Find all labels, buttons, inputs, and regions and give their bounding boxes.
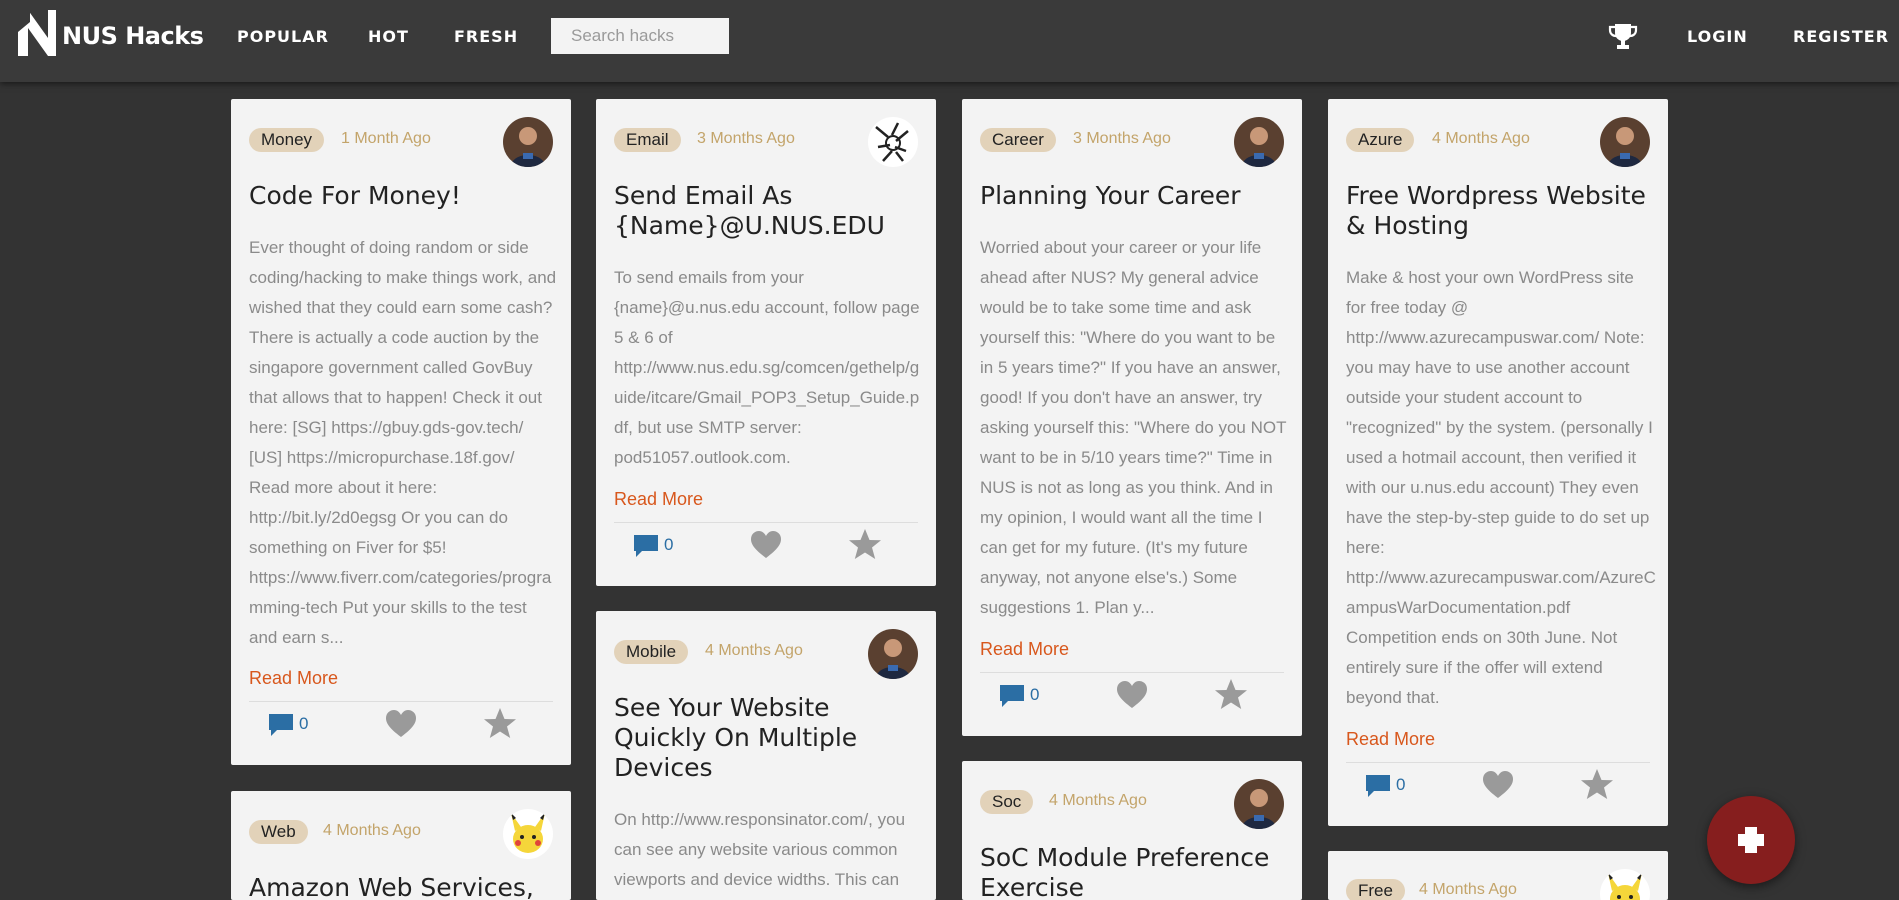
- post-time: 3 Months Ago: [697, 130, 795, 147]
- post-time: 4 Months Ago: [705, 642, 803, 659]
- category-tag[interactable]: Email: [614, 128, 681, 152]
- post-time: 1 Month Ago: [341, 130, 431, 147]
- post-time: 4 Months Ago: [323, 822, 421, 839]
- category-tag[interactable]: Mobile: [614, 640, 689, 664]
- avatar[interactable]: [1600, 117, 1650, 167]
- login-link[interactable]: LOGIN: [1687, 27, 1748, 46]
- trophy-icon[interactable]: [1608, 22, 1638, 52]
- comment-icon[interactable]: [998, 683, 1026, 709]
- category-tag[interactable]: Azure: [1346, 128, 1415, 152]
- register-link[interactable]: REGISTER: [1793, 27, 1889, 46]
- heart-icon[interactable]: [1116, 680, 1148, 710]
- plus-icon: [1738, 827, 1764, 853]
- hack-card: Career 3 Months Ago Planning Your Career…: [962, 99, 1302, 736]
- post-title[interactable]: Free Wordpress Website & Hosting: [1346, 181, 1656, 241]
- post-time: 4 Months Ago: [1432, 130, 1530, 147]
- comment-count: 0: [1396, 775, 1406, 794]
- post-title[interactable]: Amazon Web Services,: [249, 873, 559, 900]
- star-icon[interactable]: [848, 528, 882, 560]
- add-hack-button[interactable]: [1707, 796, 1795, 884]
- read-more-link[interactable]: Read More: [249, 668, 338, 689]
- divider: [980, 672, 1284, 673]
- hack-card: Free 4 Months Ago: [1328, 851, 1668, 900]
- nus-hacks-logo[interactable]: [18, 8, 58, 56]
- hack-card: Money 1 Month Ago Code For Money! Ever t…: [231, 99, 571, 765]
- post-title[interactable]: See Your Website Quickly On Multiple Dev…: [614, 693, 924, 783]
- hack-card: Email 3 Months Ago Send Email As {Name}@…: [596, 99, 936, 586]
- heart-icon[interactable]: [750, 530, 782, 560]
- heart-icon[interactable]: [1482, 770, 1514, 800]
- avatar[interactable]: [1600, 869, 1650, 900]
- comment-count: 0: [664, 535, 674, 554]
- comment-count: 0: [1030, 685, 1040, 704]
- category-tag[interactable]: Money: [249, 128, 325, 152]
- search-input[interactable]: [551, 18, 729, 54]
- avatar[interactable]: [503, 117, 553, 167]
- avatar[interactable]: [868, 117, 918, 167]
- divider: [1346, 762, 1650, 763]
- comment-icon[interactable]: [267, 712, 295, 738]
- post-excerpt: On http://www.responsinator.com/, you ca…: [614, 810, 906, 889]
- brand-name[interactable]: NUS Hacks: [62, 22, 204, 50]
- category-tag[interactable]: Free: [1346, 879, 1405, 900]
- avatar[interactable]: [1234, 117, 1284, 167]
- divider: [614, 522, 918, 523]
- star-icon[interactable]: [1580, 768, 1614, 800]
- star-icon[interactable]: [1214, 678, 1248, 710]
- top-navbar: NUS Hacks POPULAR HOT FRESH LOGIN REGIST…: [0, 0, 1899, 82]
- post-excerpt: To send emails from your {name}@u.nus.ed…: [614, 268, 920, 467]
- category-tag[interactable]: Web: [249, 820, 308, 844]
- avatar[interactable]: [503, 809, 553, 859]
- post-excerpt: Worried about your career or your life a…: [980, 238, 1287, 617]
- category-tag[interactable]: Career: [980, 128, 1056, 152]
- hack-card: Azure 4 Months Ago Free Wordpress Websit…: [1328, 99, 1668, 826]
- post-title[interactable]: Code For Money!: [249, 181, 559, 211]
- avatar[interactable]: [868, 629, 918, 679]
- star-icon[interactable]: [483, 707, 517, 739]
- post-title[interactable]: Planning Your Career: [980, 181, 1290, 211]
- post-excerpt: Ever thought of doing random or side cod…: [249, 238, 557, 647]
- heart-icon[interactable]: [385, 709, 417, 739]
- category-tag[interactable]: Soc: [980, 790, 1034, 814]
- post-time: 3 Months Ago: [1073, 130, 1171, 147]
- avatar[interactable]: [1234, 779, 1284, 829]
- hack-card: Web 4 Months Ago Amazon Web Services,: [231, 791, 571, 900]
- read-more-link[interactable]: Read More: [1346, 729, 1435, 750]
- nav-popular[interactable]: POPULAR: [237, 27, 329, 46]
- nav-fresh[interactable]: FRESH: [454, 27, 518, 46]
- comment-icon[interactable]: [632, 533, 660, 559]
- post-title[interactable]: Send Email As {Name}@U.NUS.EDU: [614, 181, 924, 241]
- nav-hot[interactable]: HOT: [368, 27, 409, 46]
- hack-card: Mobile 4 Months Ago See Your Website Qui…: [596, 611, 936, 900]
- post-title[interactable]: SoC Module Preference Exercise: [980, 843, 1290, 900]
- post-time: 4 Months Ago: [1049, 792, 1147, 809]
- hack-card: Soc 4 Months Ago SoC Module Preference E…: [962, 761, 1302, 900]
- read-more-link[interactable]: Read More: [980, 639, 1069, 660]
- comment-icon[interactable]: [1364, 773, 1392, 799]
- comment-count: 0: [299, 714, 309, 733]
- divider: [249, 701, 553, 702]
- read-more-link[interactable]: Read More: [614, 489, 703, 510]
- post-excerpt: Make & host your own WordPress site for …: [1346, 268, 1656, 707]
- post-time: 4 Months Ago: [1419, 881, 1517, 898]
